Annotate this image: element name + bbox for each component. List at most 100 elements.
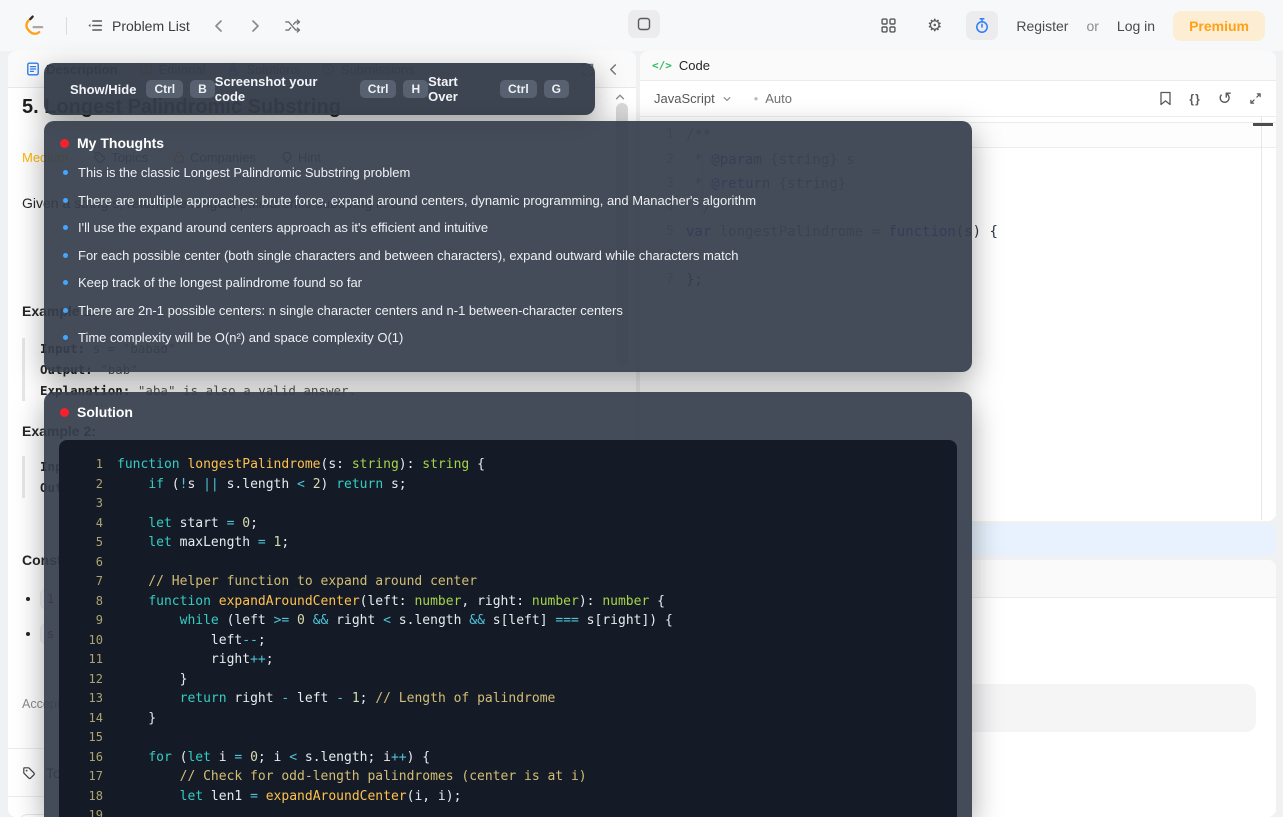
code-text: return right - left - 1; // Length of pa…	[103, 689, 555, 709]
dot-separator: •	[754, 91, 759, 106]
code-line: 18 let len1 = expandAroundCenter(i, i);	[59, 787, 957, 807]
language-selector[interactable]: JavaScript	[654, 91, 732, 106]
shortcut-key: B	[190, 80, 215, 98]
bullet-dot	[63, 198, 68, 203]
code-text	[103, 806, 117, 817]
code-text: right++;	[103, 650, 274, 670]
line-number: 5	[59, 533, 103, 553]
random-problem-button[interactable]	[278, 11, 308, 41]
timer-button[interactable]	[966, 11, 998, 40]
overlay-solution: Solution 1function longestPalindrome(s: …	[44, 392, 972, 817]
premium-button[interactable]: Premium	[1173, 11, 1265, 41]
shortcut-key: G	[544, 80, 569, 98]
bullet-text: This is the classic Longest Palindromic …	[78, 164, 410, 181]
format-code-button[interactable]: {}	[1189, 92, 1200, 106]
code-line: 7 // Helper function to expand around ce…	[59, 572, 957, 592]
register-link[interactable]: Register	[1016, 18, 1068, 34]
code-line: 8 function expandAroundCenter(left: numb…	[59, 592, 957, 612]
show-hide-button[interactable]: Show/Hide Ctrl B	[70, 80, 215, 98]
bullet-dot	[63, 308, 68, 313]
line-number: 8	[59, 592, 103, 612]
auto-toggle[interactable]: • Auto	[754, 91, 792, 106]
line-number: 11	[59, 650, 103, 670]
shortcut-key: Ctrl	[360, 80, 397, 98]
thought-bullet: There are 2n-1 possible centers: n singl…	[60, 302, 952, 330]
line-number: 2	[59, 475, 103, 495]
shortcut-key: H	[403, 80, 428, 98]
line-number: 1	[59, 455, 103, 475]
bookmark-icon	[1159, 91, 1172, 106]
collapse-panel-icon[interactable]	[607, 63, 620, 76]
my-thoughts-title: My Thoughts	[77, 135, 164, 151]
start-over-button[interactable]: Start Over Ctrl G	[428, 74, 569, 104]
bullet-dot	[63, 335, 68, 340]
code-panel-title: Code	[679, 58, 710, 73]
code-text	[103, 553, 117, 573]
red-dot-icon	[60, 139, 69, 148]
bullet-dot	[63, 170, 68, 175]
solution-title: Solution	[77, 404, 133, 420]
grid-icon	[880, 17, 897, 34]
line-number: 19	[59, 806, 103, 817]
code-text: }	[103, 709, 156, 729]
line-number: 13	[59, 689, 103, 709]
settings-button[interactable]: ⚙	[921, 11, 948, 40]
bookmark-button[interactable]	[1159, 91, 1172, 106]
bullet-text: Keep track of the longest palindrome fou…	[78, 274, 362, 291]
gear-icon: ⚙	[927, 17, 942, 34]
code-line: 6	[59, 553, 957, 573]
editor-toolbar: JavaScript • Auto {} ↺	[640, 81, 1276, 117]
line-number: 16	[59, 748, 103, 768]
line-number: 17	[59, 767, 103, 787]
my-thoughts-header: My Thoughts	[60, 135, 952, 151]
code-text: let maxLength = 1;	[103, 533, 289, 553]
expand-editor-button[interactable]	[1249, 92, 1262, 105]
overview-ruler	[1261, 117, 1262, 520]
thought-bullet: For each possible center (both single ch…	[60, 247, 952, 275]
thought-bullet: Keep track of the longest palindrome fou…	[60, 274, 952, 302]
scroll-up-button[interactable]	[614, 91, 626, 103]
code-text: if (!s || s.length < 2) return s;	[103, 475, 407, 495]
top-navbar: Problem List ⚙	[0, 0, 1283, 51]
problem-list-button[interactable]: Problem List	[81, 13, 196, 38]
bullet-dot	[63, 280, 68, 285]
code-line: 2 if (!s || s.length < 2) return s;	[59, 475, 957, 495]
reset-code-button[interactable]: ↺	[1218, 90, 1232, 107]
next-problem-button[interactable]	[242, 13, 268, 39]
language-label: JavaScript	[654, 91, 715, 106]
chevron-down-icon	[722, 94, 732, 104]
shuffle-icon	[284, 17, 302, 35]
layout-button[interactable]	[874, 11, 903, 40]
auto-label: Auto	[765, 91, 792, 106]
screenshot-code-button[interactable]: Screenshot your code Ctrl H	[215, 74, 428, 104]
login-link[interactable]: Log in	[1117, 18, 1155, 34]
code-text	[103, 494, 117, 514]
chevron-up-icon	[614, 91, 626, 103]
code-line: 5 let maxLength = 1;	[59, 533, 957, 553]
expand-icon	[1249, 92, 1262, 105]
line-number: 9	[59, 611, 103, 631]
code-text: let len1 = expandAroundCenter(i, i);	[103, 787, 461, 807]
code-line: 15	[59, 728, 957, 748]
bullet-text: There are multiple approaches: brute for…	[78, 192, 756, 209]
prev-problem-button[interactable]	[206, 13, 232, 39]
tag-icon	[22, 766, 36, 780]
red-dot-icon	[60, 408, 69, 417]
code-text: while (left >= 0 && right < s.length && …	[103, 611, 673, 631]
code-line: 9 while (left >= 0 && right < s.length &…	[59, 611, 957, 631]
code-line: 19	[59, 806, 957, 817]
line-number: 14	[59, 709, 103, 729]
code-line: 17 // Check for odd-length palindromes (…	[59, 767, 957, 787]
line-number: 18	[59, 787, 103, 807]
leetcode-logo[interactable]	[18, 8, 52, 44]
bullet-dot	[63, 253, 68, 258]
code-text: left--;	[103, 631, 266, 651]
notes-button[interactable]	[628, 10, 660, 38]
bullet-text: There are 2n-1 possible centers: n singl…	[78, 302, 623, 319]
code-line: 13 return right - left - 1; // Length of…	[59, 689, 957, 709]
note-icon	[636, 16, 652, 32]
code-text: // Helper function to expand around cent…	[103, 572, 477, 592]
code-line: 3	[59, 494, 957, 514]
bullet-text: Time complexity will be O(n²) and space …	[78, 329, 403, 346]
code-text: let start = 0;	[103, 514, 258, 534]
